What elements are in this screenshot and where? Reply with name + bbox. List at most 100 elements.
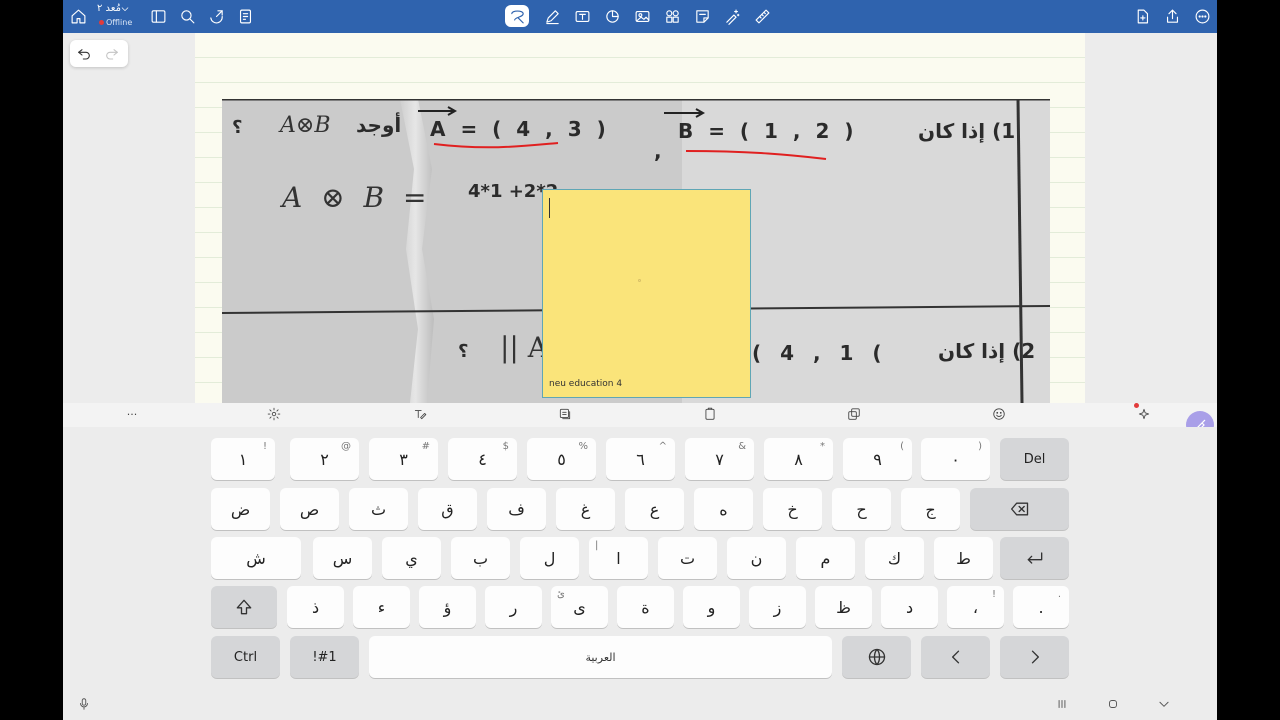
- ctrl-key[interactable]: Ctrl: [211, 636, 280, 678]
- key-hha[interactable]: ح: [832, 488, 891, 530]
- bookmark-icon[interactable]: [233, 5, 257, 27]
- key-ba[interactable]: ب: [451, 537, 510, 579]
- key-ta[interactable]: ت: [658, 537, 717, 579]
- arrow-left-key[interactable]: [921, 636, 990, 678]
- key-sheen[interactable]: ش: [211, 537, 301, 579]
- key-5[interactable]: ٥%: [527, 438, 596, 480]
- key-hamza[interactable]: ء: [353, 586, 410, 628]
- key-kaf[interactable]: ك: [865, 537, 924, 579]
- symbols-key[interactable]: !#1: [290, 636, 359, 678]
- shapes-icon[interactable]: [600, 5, 624, 27]
- key-jeem[interactable]: ج: [901, 488, 960, 530]
- key-9[interactable]: ٩(: [843, 438, 912, 480]
- redo-icon[interactable]: [104, 45, 122, 63]
- elements-icon[interactable]: [660, 5, 684, 27]
- arrow-right-key[interactable]: [1000, 636, 1069, 678]
- key-noon[interactable]: ن: [727, 537, 786, 579]
- key-thal[interactable]: ذ: [287, 586, 344, 628]
- resize-keyboard-icon[interactable]: [846, 407, 862, 423]
- language-key[interactable]: [842, 636, 911, 678]
- key-label: ٧: [715, 449, 724, 469]
- key-ha[interactable]: ه: [694, 488, 753, 530]
- pen-icon[interactable]: [540, 5, 564, 27]
- key-secondary: %: [578, 441, 588, 452]
- microphone-icon[interactable]: [75, 695, 93, 713]
- key-seen[interactable]: س: [313, 537, 372, 579]
- key-qaf[interactable]: ق: [418, 488, 477, 530]
- delete-key[interactable]: Del: [1000, 438, 1069, 480]
- undo-icon[interactable]: [76, 45, 94, 63]
- sticky-note-icon[interactable]: [690, 5, 714, 27]
- key-0[interactable]: ٠): [921, 438, 990, 480]
- key-dad[interactable]: ض: [211, 488, 270, 530]
- key-ghain[interactable]: غ: [556, 488, 615, 530]
- key-alif-maqsura[interactable]: ىئ: [551, 586, 608, 628]
- keyboard-more-button[interactable]: ···: [124, 407, 140, 423]
- globe-icon: [868, 648, 885, 666]
- key-ra[interactable]: ر: [485, 586, 542, 628]
- emoji-icon[interactable]: [991, 407, 1007, 423]
- ruler-icon[interactable]: [750, 5, 774, 27]
- key-period[interactable]: ..: [1013, 586, 1069, 628]
- lasso-select-icon[interactable]: [505, 5, 529, 27]
- key-secondary: ئ: [557, 589, 565, 600]
- key-zain[interactable]: ز: [749, 586, 806, 628]
- space-key[interactable]: العربية: [369, 636, 832, 678]
- key-3[interactable]: ٣ #: [369, 438, 438, 480]
- key-fa[interactable]: ف: [487, 488, 546, 530]
- text-box-icon[interactable]: [570, 5, 594, 27]
- enter-key[interactable]: [1000, 537, 1069, 579]
- add-page-icon[interactable]: [1130, 5, 1154, 27]
- key-6[interactable]: ٦ ^: [606, 438, 675, 480]
- export-icon[interactable]: [1160, 5, 1184, 27]
- home-icon[interactable]: [66, 5, 90, 27]
- key-comma[interactable]: ،!: [947, 586, 1004, 628]
- key-dha[interactable]: ظ: [815, 586, 872, 628]
- key-label: ظ: [836, 597, 851, 617]
- handwriting-icon[interactable]: [412, 407, 428, 423]
- magic-pen-icon[interactable]: [720, 5, 744, 27]
- key-ya[interactable]: ي: [382, 537, 441, 579]
- search-icon[interactable]: [175, 5, 199, 27]
- on-screen-keyboard: ١! ٢ @ ٣ # ٤ $ ٥% ٦ ^ ٧ & ٨ * ٩( ٠) Del ض ص ث …: [63, 427, 1217, 687]
- find-label: أوجد: [356, 113, 402, 137]
- key-tha[interactable]: ث: [349, 488, 408, 530]
- image-icon[interactable]: [630, 5, 654, 27]
- home-button-icon[interactable]: [1104, 695, 1122, 713]
- keyboard-toolbar: ···: [63, 403, 1217, 427]
- key-label: و: [707, 597, 716, 617]
- key-1[interactable]: ١!: [211, 438, 275, 480]
- gear-icon[interactable]: [266, 407, 282, 423]
- key-2[interactable]: ٢ @: [290, 438, 359, 480]
- shift-key[interactable]: [211, 586, 277, 628]
- key-waw-hamza[interactable]: ؤ: [419, 586, 476, 628]
- recent-apps-icon[interactable]: [1053, 695, 1071, 713]
- key-7[interactable]: ٧ &: [685, 438, 754, 480]
- key-ta-marbuta[interactable]: ة: [617, 586, 674, 628]
- key-secondary: ^: [658, 441, 667, 452]
- key-4[interactable]: ٤ $: [448, 438, 517, 480]
- key-lam[interactable]: ل: [520, 537, 579, 579]
- sidebar-icon[interactable]: [146, 5, 170, 27]
- sticky-note[interactable]: neu education 4: [542, 189, 751, 398]
- key-kha[interactable]: خ: [763, 488, 822, 530]
- key-label: ؤ: [443, 597, 452, 617]
- share-link-icon[interactable]: [204, 5, 228, 27]
- key-8[interactable]: ٨ *: [764, 438, 833, 480]
- key-tta[interactable]: ط: [934, 537, 993, 579]
- key-meem[interactable]: م: [796, 537, 855, 579]
- backspace-key[interactable]: [970, 488, 1069, 530]
- vector-a-definition: A = ( 4 , 3 ): [430, 117, 610, 141]
- key-sad[interactable]: ص: [280, 488, 339, 530]
- key-dal[interactable]: د: [881, 586, 938, 628]
- text-edit-icon[interactable]: [557, 407, 573, 423]
- question-2-label: 2) إذا كان: [938, 339, 1036, 363]
- key-alif[interactable]: ا |: [589, 537, 648, 579]
- chevron-down-icon[interactable]: [118, 2, 132, 16]
- hide-keyboard-icon[interactable]: [1155, 695, 1173, 713]
- sparkle-icon[interactable]: [1134, 403, 1152, 423]
- clipboard-icon[interactable]: [702, 407, 718, 423]
- more-icon[interactable]: [1190, 5, 1214, 27]
- key-ain[interactable]: ع: [625, 488, 684, 530]
- key-waw[interactable]: و: [683, 586, 740, 628]
